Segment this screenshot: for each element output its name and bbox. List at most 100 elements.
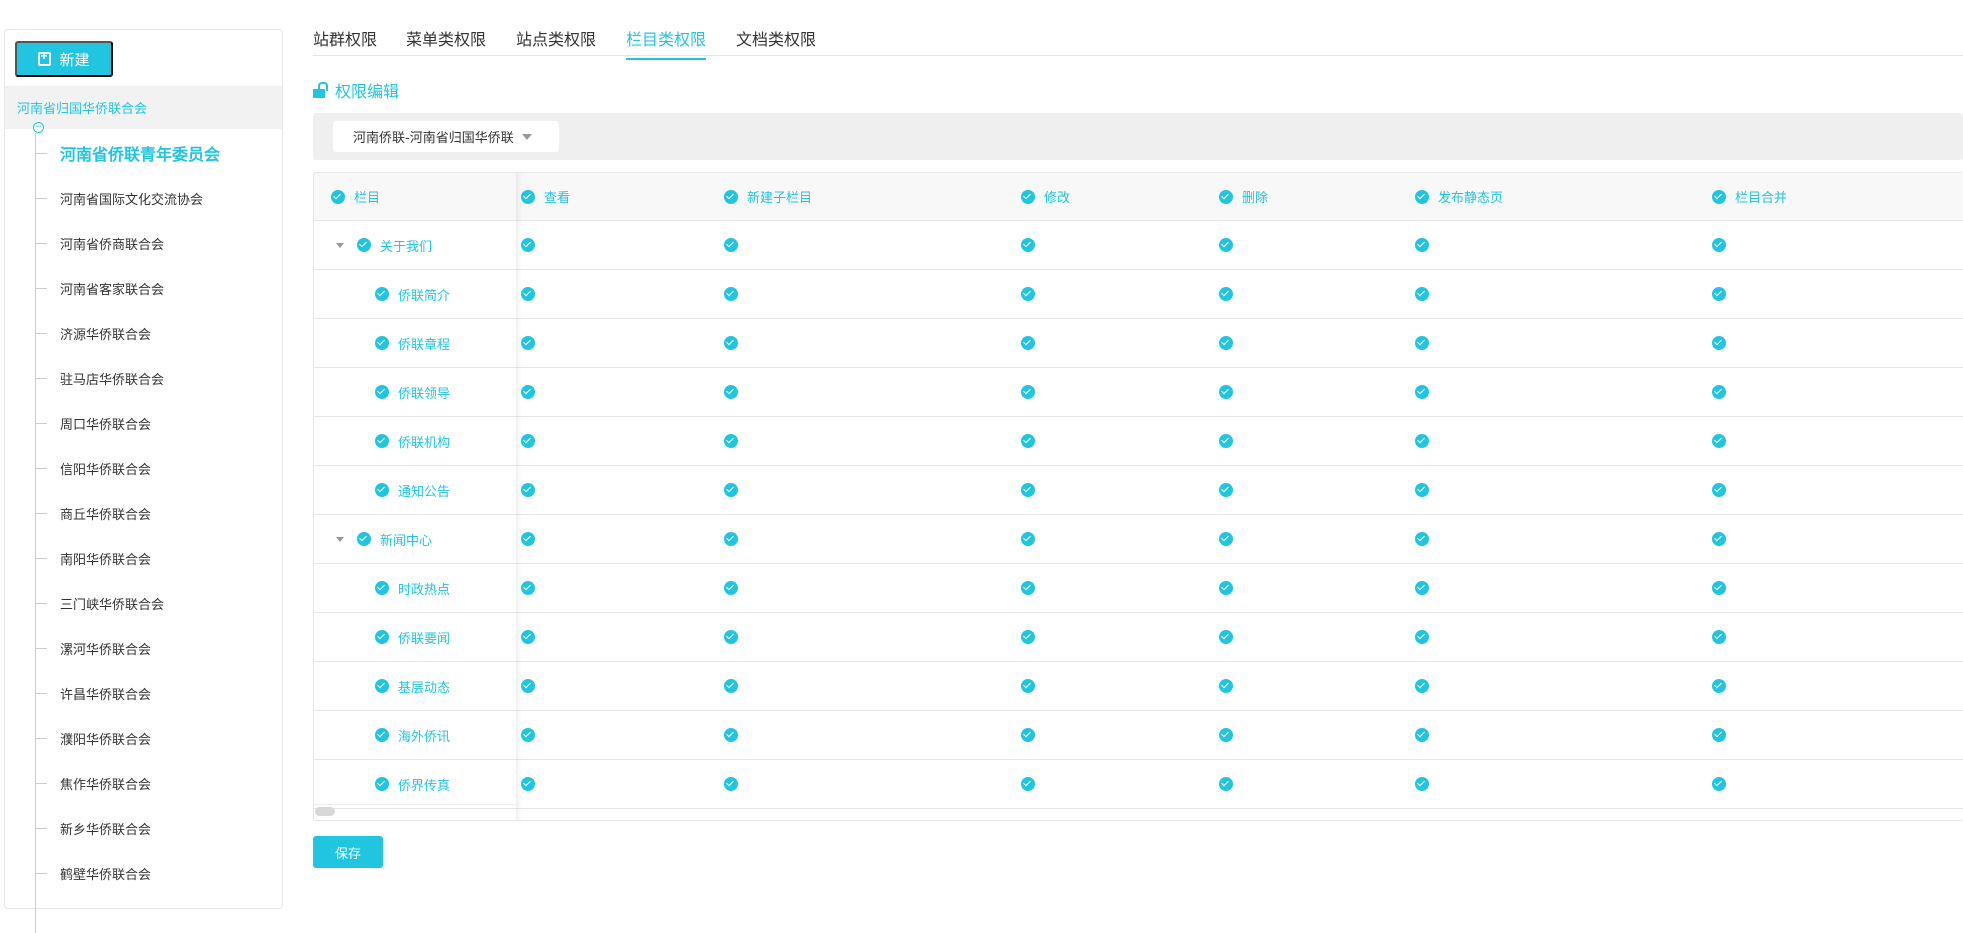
- permission-cell[interactable]: [1219, 711, 1233, 759]
- tree-item[interactable]: 济源华侨联合会: [35, 323, 151, 343]
- permission-cell[interactable]: [724, 270, 738, 318]
- tree-item[interactable]: 三门峡华侨联合会: [35, 593, 164, 613]
- permission-cell[interactable]: [1021, 270, 1035, 318]
- check-circle-icon[interactable]: [521, 287, 535, 301]
- column-header[interactable]: 发布静态页: [1415, 173, 1503, 220]
- permission-cell[interactable]: [521, 515, 535, 563]
- check-circle-icon[interactable]: [357, 238, 371, 252]
- check-circle-icon[interactable]: [357, 532, 371, 546]
- check-circle-icon[interactable]: [1219, 336, 1233, 350]
- check-circle-icon[interactable]: [375, 581, 389, 595]
- permission-cell[interactable]: [1021, 417, 1035, 465]
- tree-item[interactable]: 信阳华侨联合会: [35, 458, 151, 478]
- permission-cell[interactable]: [1021, 662, 1035, 710]
- check-circle-icon[interactable]: [1219, 679, 1233, 693]
- permission-cell[interactable]: [1219, 760, 1233, 808]
- permission-cell[interactable]: [1219, 613, 1233, 661]
- check-circle-icon[interactable]: [375, 679, 389, 693]
- check-circle-icon[interactable]: [521, 238, 535, 252]
- check-circle-icon[interactable]: [1021, 630, 1035, 644]
- check-circle-icon[interactable]: [1415, 287, 1429, 301]
- permission-cell[interactable]: [1712, 564, 1726, 612]
- check-circle-icon[interactable]: [1415, 483, 1429, 497]
- check-circle-icon[interactable]: [724, 532, 738, 546]
- tree-item[interactable]: 鹤壁华侨联合会: [35, 863, 151, 883]
- permission-cell[interactable]: [1712, 319, 1726, 367]
- check-circle-icon[interactable]: [375, 385, 389, 399]
- permission-cell[interactable]: [1712, 760, 1726, 808]
- check-circle-icon[interactable]: [331, 189, 345, 204]
- check-circle-icon[interactable]: [1712, 287, 1726, 301]
- check-circle-icon[interactable]: [1219, 238, 1233, 252]
- check-circle-icon[interactable]: [1021, 777, 1035, 791]
- check-circle-icon[interactable]: [521, 728, 535, 742]
- permission-cell[interactable]: [521, 662, 535, 710]
- check-circle-icon[interactable]: [375, 434, 389, 448]
- row-name-cell[interactable]: 侨联章程: [375, 319, 450, 367]
- permission-cell[interactable]: [1021, 368, 1035, 416]
- tree-root-node[interactable]: 河南省归国华侨联合会: [5, 86, 282, 129]
- permission-cell[interactable]: [521, 417, 535, 465]
- permission-cell[interactable]: [724, 466, 738, 514]
- check-circle-icon[interactable]: [1712, 238, 1726, 252]
- check-circle-icon[interactable]: [724, 189, 738, 204]
- permission-cell[interactable]: [521, 466, 535, 514]
- check-circle-icon[interactable]: [724, 728, 738, 742]
- permission-cell[interactable]: [724, 613, 738, 661]
- check-circle-icon[interactable]: [1712, 532, 1726, 546]
- check-circle-icon[interactable]: [1415, 777, 1429, 791]
- permission-cell[interactable]: [1021, 515, 1035, 563]
- check-circle-icon[interactable]: [1021, 238, 1035, 252]
- site-select[interactable]: 河南侨联-河南省归国华侨联: [333, 121, 559, 152]
- permission-cell[interactable]: [1219, 564, 1233, 612]
- check-circle-icon[interactable]: [724, 287, 738, 301]
- check-circle-icon[interactable]: [375, 483, 389, 497]
- permission-cell[interactable]: [1415, 270, 1429, 318]
- check-circle-icon[interactable]: [1712, 483, 1726, 497]
- check-circle-icon[interactable]: [1712, 679, 1726, 693]
- tab-2[interactable]: 站点类权限: [516, 26, 596, 58]
- check-circle-icon[interactable]: [1021, 483, 1035, 497]
- permission-cell[interactable]: [724, 368, 738, 416]
- tree-item[interactable]: 濮阳华侨联合会: [35, 728, 151, 748]
- check-circle-icon[interactable]: [1219, 532, 1233, 546]
- check-circle-icon[interactable]: [1219, 581, 1233, 595]
- permission-cell[interactable]: [521, 564, 535, 612]
- check-circle-icon[interactable]: [1415, 630, 1429, 644]
- permission-cell[interactable]: [1712, 368, 1726, 416]
- check-circle-icon[interactable]: [521, 532, 535, 546]
- tree-item[interactable]: 南阳华侨联合会: [35, 548, 151, 568]
- permission-cell[interactable]: [1021, 221, 1035, 269]
- check-circle-icon[interactable]: [1219, 728, 1233, 742]
- check-circle-icon[interactable]: [375, 728, 389, 742]
- check-circle-icon[interactable]: [375, 630, 389, 644]
- permission-cell[interactable]: [1415, 662, 1429, 710]
- permission-cell[interactable]: [1712, 711, 1726, 759]
- permission-cell[interactable]: [521, 613, 535, 661]
- check-circle-icon[interactable]: [1021, 385, 1035, 399]
- check-circle-icon[interactable]: [1415, 434, 1429, 448]
- check-circle-icon[interactable]: [375, 287, 389, 301]
- tree-item[interactable]: 河南省国际文化交流协会: [35, 188, 203, 208]
- tree-item[interactable]: 驻马店华侨联合会: [35, 368, 164, 388]
- tree-item[interactable]: 商丘华侨联合会: [35, 503, 151, 523]
- permission-cell[interactable]: [1415, 466, 1429, 514]
- permission-cell[interactable]: [724, 564, 738, 612]
- check-circle-icon[interactable]: [521, 483, 535, 497]
- scrollbar-thumb[interactable]: [315, 807, 335, 816]
- row-name-cell[interactable]: 海外侨讯: [375, 711, 450, 759]
- permission-cell[interactable]: [1712, 662, 1726, 710]
- horizontal-scrollbar[interactable]: [314, 804, 516, 817]
- check-circle-icon[interactable]: [1415, 336, 1429, 350]
- permission-cell[interactable]: [724, 515, 738, 563]
- permission-cell[interactable]: [1219, 368, 1233, 416]
- permission-cell[interactable]: [1415, 564, 1429, 612]
- tree-item[interactable]: 新乡华侨联合会: [35, 818, 151, 838]
- permission-cell[interactable]: [521, 319, 535, 367]
- expand-arrow-icon[interactable]: [336, 242, 344, 248]
- check-circle-icon[interactable]: [521, 434, 535, 448]
- permission-cell[interactable]: [1712, 613, 1726, 661]
- column-header[interactable]: 查看: [521, 173, 570, 220]
- permission-cell[interactable]: [1712, 417, 1726, 465]
- permission-cell[interactable]: [1415, 711, 1429, 759]
